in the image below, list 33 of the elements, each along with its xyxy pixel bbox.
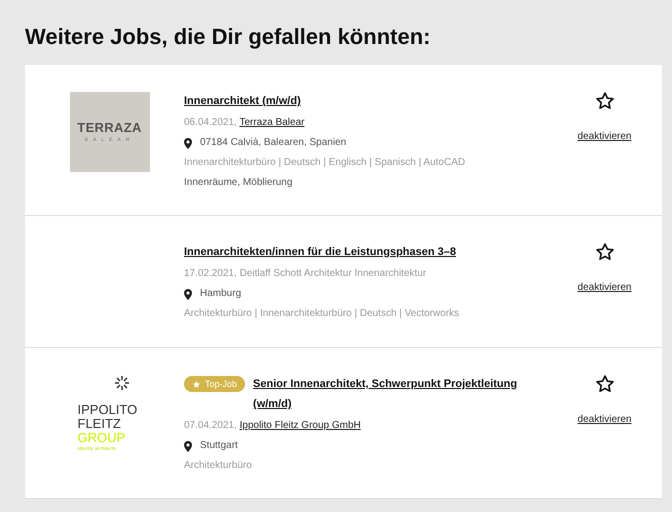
company-link[interactable]: Terraza Balear [239,117,304,128]
job-tags: Architekturbüro | Innenarchitekturbüro | Deutsch | Vectorworks [184,306,557,322]
star-icon [192,380,201,388]
job-location: Stuttgart [200,439,238,453]
location-pin-icon [184,440,192,452]
posting-date: 06.04.2021, [184,117,237,128]
sparkle-icon [114,375,130,391]
company-link[interactable]: Ippolito Fleitz Group GmbH [240,420,361,431]
posting-date: 17.02.2021, [184,268,237,279]
deactivate-link[interactable]: deaktivieren [578,129,632,144]
location-pin-icon [184,138,192,148]
job-tags: Innenarchitekturbüro | Deutsch | Englisch | Spanisch | AutoCAD [184,155,557,171]
company-name: Deitlaff Schott Architektur Innenarchitektur [240,268,426,279]
location-pin-icon [184,288,192,300]
job-tags: Architekturbüro [184,458,557,474]
section-heading: Weitere Jobs, die Dir gefallen könnten: [25,23,432,51]
deactivate-link[interactable]: deaktivieren [578,412,632,427]
job-title-link[interactable]: Innenarchitekten/innen für die Leistungsphasen 3–8 [184,242,456,262]
star-icon[interactable] [594,91,614,111]
top-job-badge: Top-Job [184,376,246,392]
job-title-link[interactable]: Senior Innenarchitekt, Schwerpunkt Projektleitung (w/m/d) [253,374,557,414]
logo-text: GROUP [78,431,126,445]
star-icon[interactable] [594,242,614,262]
posting-date: 07.04.2021, [184,420,237,431]
logo-text: TERRAZA [77,121,142,134]
star-icon[interactable] [594,374,614,394]
job-location: 07184 Calvià, Balearen, Spanien [200,136,346,150]
job-title-link[interactable]: Innenarchitekt (m/w/d) [184,91,301,111]
logo-text: IPPOLITO [78,403,138,417]
job-location: Hamburg [200,287,242,301]
logo-text: FLEITZ [78,417,121,431]
job-fields: Innenräume, Möblierung [184,175,557,191]
deactivate-link[interactable]: deaktivieren [578,280,632,295]
